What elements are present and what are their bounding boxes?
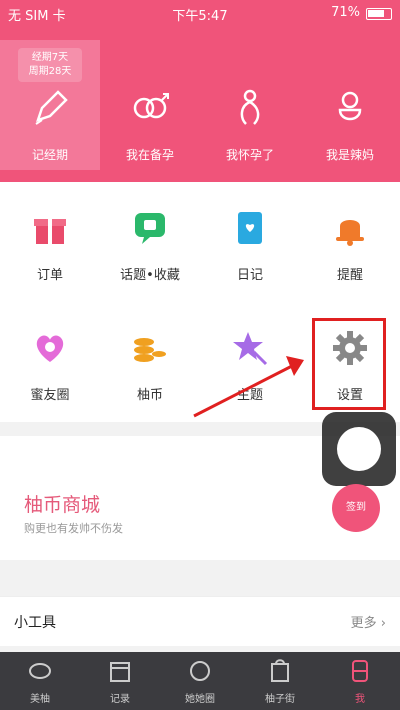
- mode-label: 我怀孕了: [225, 148, 274, 162]
- mode-label: 记经期: [31, 148, 68, 162]
- grid-label: 订单: [36, 268, 63, 283]
- battery-icon: [366, 8, 392, 20]
- coins-icon: [134, 338, 166, 362]
- tools-more-link[interactable]: 更多 ›: [351, 612, 386, 631]
- tab-label: 记录: [110, 694, 130, 705]
- tab-label: 我: [355, 694, 365, 705]
- grid-item-topics[interactable]: 话题•收藏: [100, 182, 200, 302]
- mode-selector: 经期7天 周期28天 记经期 我在备孕 我怀孕了 我是辣妈: [0, 40, 400, 170]
- tab-circle[interactable]: 她她圈: [160, 652, 240, 710]
- more-label: 更多: [350, 616, 377, 631]
- mode-label: 我是辣妈: [325, 148, 374, 162]
- grid-label: 提醒: [336, 268, 363, 283]
- chat-icon: [135, 213, 165, 244]
- grid-item-coins[interactable]: 柚币: [100, 302, 200, 422]
- grid-item-friends[interactable]: 蜜友圈: [0, 302, 100, 422]
- shop-title: 柚币商城: [24, 494, 101, 516]
- tab-bar: 美柚 记录 她她圈 柚子街 我: [0, 652, 400, 710]
- gift-icon: [34, 219, 66, 244]
- diary-icon: [238, 212, 262, 244]
- period-badge: 经期7天 周期28天: [18, 48, 82, 82]
- tab-record[interactable]: 记录: [80, 652, 160, 710]
- shop-icon: [271, 659, 289, 682]
- tab-shop[interactable]: 柚子街: [240, 652, 320, 710]
- period-length: 经期7天: [31, 52, 69, 63]
- grid-item-reminder[interactable]: 提醒: [300, 182, 400, 302]
- grid-item-diary[interactable]: 日记: [200, 182, 300, 302]
- baby-icon: [338, 91, 362, 121]
- mode-mom[interactable]: 我是辣妈: [300, 40, 400, 170]
- pregnant-icon: [240, 89, 260, 125]
- gender-icon: [133, 93, 169, 119]
- header: 无 SIM 卡 下午5:47 71% 经期7天 周期28天 记经期 我在备孕 我…: [0, 0, 400, 182]
- grid-label: 蜜友圈: [30, 388, 70, 403]
- grid-label: 话题•收藏: [120, 268, 180, 283]
- tools-section: 小工具 更多 ›: [0, 596, 400, 646]
- grid-label: 柚币: [136, 388, 163, 403]
- home-icon: [29, 663, 51, 679]
- tab-label: 柚子街: [265, 694, 295, 705]
- arrow-annotation: [193, 356, 304, 418]
- shop-subtitle: 购更也有发帅不伤发: [24, 522, 123, 535]
- status-bar: 无 SIM 卡 下午5:47 71%: [0, 0, 400, 26]
- grid-label: 日记: [236, 268, 263, 283]
- tab-me[interactable]: 我: [320, 652, 400, 710]
- settings-highlight-box: [312, 318, 386, 410]
- tab-label: 她她圈: [185, 694, 215, 705]
- me-icon: [352, 660, 368, 682]
- pen-icon: [35, 90, 68, 125]
- assistive-touch-button[interactable]: [322, 412, 396, 486]
- checkin-button[interactable]: 签到: [332, 484, 380, 532]
- circle-icon: [190, 661, 210, 681]
- calendar-icon: [110, 662, 130, 682]
- heart-icon: [36, 335, 64, 362]
- mode-record-period[interactable]: 经期7天 周期28天 记经期: [0, 40, 100, 170]
- mode-pregnant[interactable]: 我怀孕了: [200, 40, 300, 170]
- grid-item-orders[interactable]: 订单: [0, 182, 100, 302]
- bell-icon: [336, 220, 364, 246]
- mode-preparing[interactable]: 我在备孕: [100, 40, 200, 170]
- battery-percent: 71%: [331, 5, 360, 20]
- tab-label: 美柚: [30, 694, 50, 705]
- cycle-length: 周期28天: [28, 66, 72, 77]
- tab-home[interactable]: 美柚: [0, 652, 80, 710]
- tools-title: 小工具: [14, 615, 56, 631]
- mode-label: 我在备孕: [125, 148, 174, 162]
